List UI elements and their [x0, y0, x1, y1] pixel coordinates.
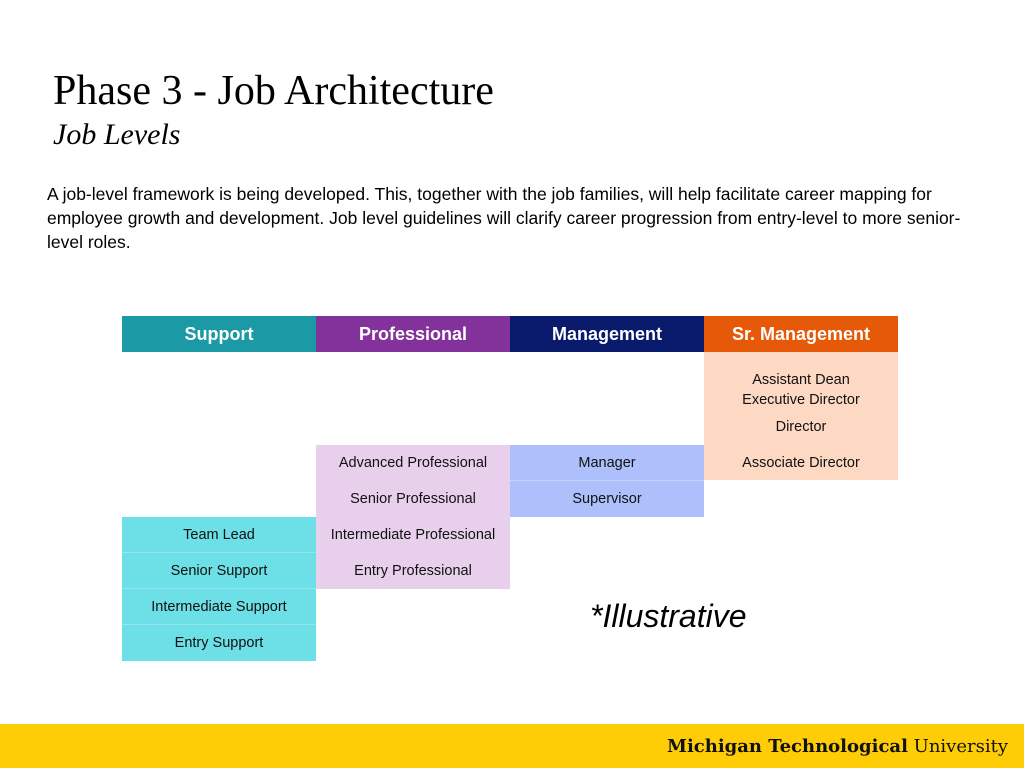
slide-title: Phase 3 - Job Architecture [53, 68, 494, 114]
level-intermediate-professional: Intermediate Professional [316, 517, 510, 553]
slide-subtitle: Job Levels [53, 118, 181, 151]
description-text: A job-level framework is being developed… [47, 184, 961, 252]
level-entry-support: Entry Support [122, 625, 316, 661]
level-senior-support: Senior Support [122, 553, 316, 589]
level-intermediate-support: Intermediate Support [122, 589, 316, 625]
header-sr-management: Sr. Management [704, 316, 898, 352]
illustrative-note: *Illustrative [590, 598, 747, 634]
header-support: Support [122, 316, 316, 352]
level-supervisor: Supervisor [510, 481, 704, 517]
level-entry-professional: Entry Professional [316, 553, 510, 589]
level-associate-director: Associate Director [742, 455, 860, 471]
footer-bar: Michigan Technological University [0, 724, 1024, 768]
level-assistant-dean: Assistant Dean [752, 372, 850, 388]
logo-bold: Michigan Technological [667, 736, 908, 757]
header-professional: Professional [316, 316, 510, 352]
logo-light: University [913, 736, 1008, 757]
university-logo: Michigan Technological University [667, 736, 1008, 757]
level-senior-professional: Senior Professional [316, 481, 510, 517]
level-executive-director: Executive Director [742, 392, 860, 408]
level-director: Director [775, 419, 827, 435]
level-advanced-professional: Advanced Professional [316, 445, 510, 481]
level-manager: Manager [510, 445, 704, 481]
level-team-lead: Team Lead [122, 517, 316, 553]
header-management: Management [510, 316, 704, 352]
